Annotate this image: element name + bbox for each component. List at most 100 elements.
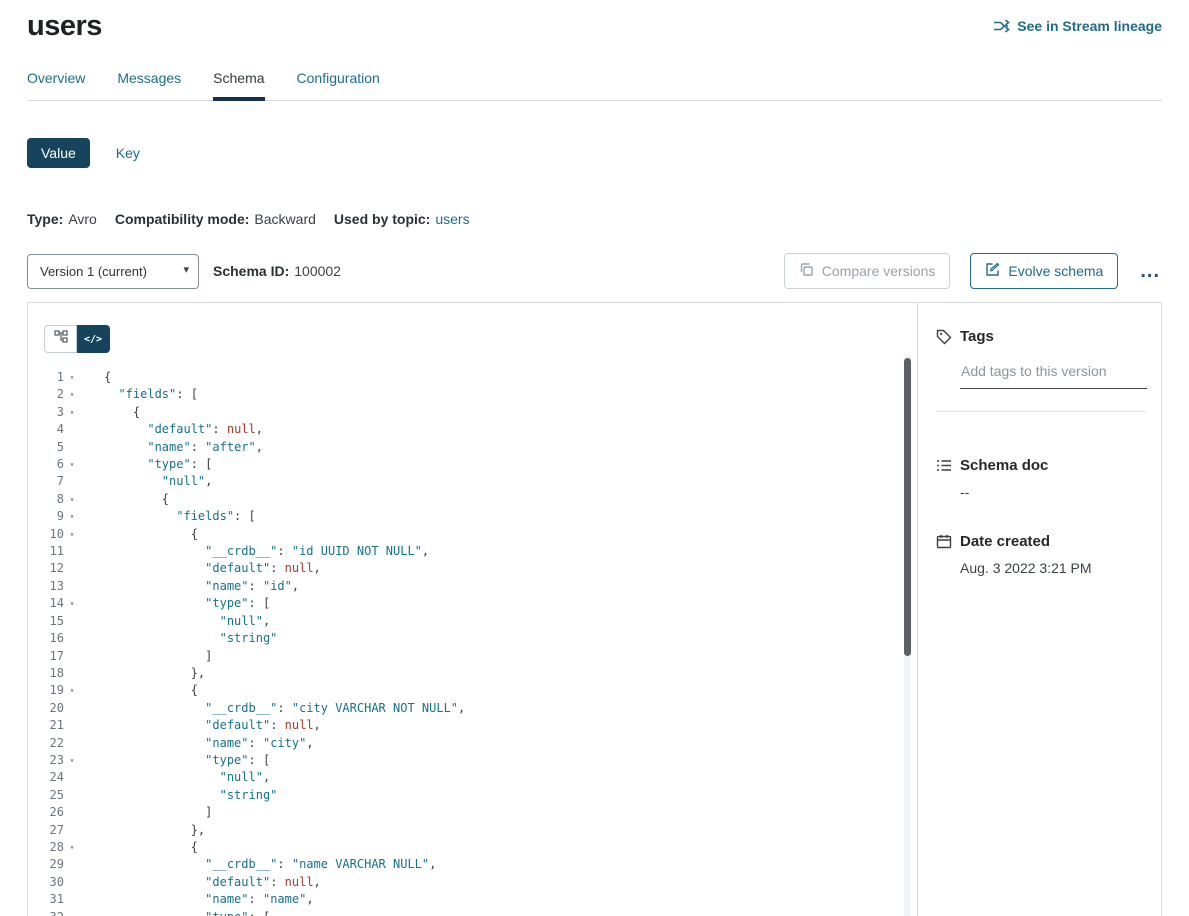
tree-view-button[interactable] — [44, 325, 77, 353]
stream-lineage-icon — [993, 19, 1010, 33]
line-number: 6 — [28, 456, 64, 473]
fold-toggle-icon[interactable]: ▾ — [64, 839, 80, 856]
schema-meta: Type:Avro Compatibility mode:Backward Us… — [27, 211, 1162, 227]
date-created-value: Aug. 3 2022 3:21 PM — [960, 560, 1147, 576]
version-select[interactable]: Version 1 (current) — [27, 254, 199, 289]
code-text: "name": "city", — [104, 735, 314, 752]
code-line: 9▾ "fields": [ — [28, 508, 917, 525]
code-text: { — [104, 491, 169, 508]
code-text: }, — [104, 665, 205, 682]
line-number: 25 — [28, 787, 64, 804]
stream-lineage-link[interactable]: See in Stream lineage — [993, 18, 1162, 34]
code-line: 6▾ "type": [ — [28, 456, 917, 473]
tab-overview[interactable]: Overview — [27, 70, 85, 100]
line-number: 22 — [28, 735, 64, 752]
line-number: 30 — [28, 874, 64, 891]
schema-doc-section: Schema doc -- — [936, 457, 1147, 500]
line-number: 16 — [28, 630, 64, 647]
meta-compat-label: Compatibility mode: — [115, 211, 250, 227]
toolbar-actions: Compare versions Evolve schema ... — [784, 253, 1162, 289]
line-number: 4 — [28, 421, 64, 438]
fold-toggle-icon[interactable]: ▾ — [64, 386, 80, 403]
line-number: 23 — [28, 752, 64, 769]
tags-input[interactable] — [960, 361, 1147, 389]
code-view-button[interactable]: </> — [77, 325, 110, 353]
tag-icon — [936, 329, 952, 345]
code-text: { — [104, 839, 198, 856]
code-line: 14▾ "type": [ — [28, 595, 917, 612]
fold-spacer — [64, 665, 80, 682]
code-view-icon: </> — [84, 334, 102, 345]
code-line: 7 "null", — [28, 473, 917, 490]
compare-versions-icon — [799, 262, 814, 280]
line-number: 28 — [28, 839, 64, 856]
code-line: 20 "__crdb__": "city VARCHAR NOT NULL", — [28, 700, 917, 717]
fold-toggle-icon[interactable]: ▾ — [64, 595, 80, 612]
code-line: 3▾ { — [28, 404, 917, 421]
fold-spacer — [64, 578, 80, 595]
line-number: 15 — [28, 613, 64, 630]
fold-toggle-icon[interactable]: ▾ — [64, 404, 80, 421]
code-line: 26 ] — [28, 804, 917, 821]
fold-toggle-icon[interactable]: ▾ — [64, 369, 80, 386]
topic-link[interactable]: users — [435, 211, 469, 227]
code-text: "__crdb__": "id UUID NOT NULL", — [104, 543, 429, 560]
page-header: users See in Stream lineage — [0, 0, 1189, 43]
code-line: 21 "default": null, — [28, 717, 917, 734]
more-options-button[interactable]: ... — [1138, 261, 1162, 281]
tree-view-icon — [54, 330, 68, 348]
line-number: 5 — [28, 439, 64, 456]
fold-spacer — [64, 717, 80, 734]
fold-spacer — [64, 874, 80, 891]
code-text: "null", — [104, 613, 270, 630]
code-text: "__crdb__": "name VARCHAR NULL", — [104, 856, 436, 873]
line-number: 32 — [28, 909, 64, 916]
fold-spacer — [64, 630, 80, 647]
schema-panel: </> 1▾{2▾ "fields": [3▾ {4 "default": nu… — [27, 302, 1162, 916]
scrollbar-thumb[interactable] — [904, 358, 911, 656]
code-text: ] — [104, 648, 212, 665]
tab-schema[interactable]: Schema — [213, 70, 264, 100]
code-text: }, — [104, 822, 205, 839]
subtab-key[interactable]: Key — [116, 145, 140, 161]
fold-toggle-icon[interactable]: ▾ — [64, 491, 80, 508]
code-text: { — [104, 526, 198, 543]
line-number: 9 — [28, 508, 64, 525]
tags-section: Tags — [936, 328, 1147, 412]
line-number: 13 — [28, 578, 64, 595]
line-number: 11 — [28, 543, 64, 560]
code-line: 24 "null", — [28, 769, 917, 786]
meta-type-value: Avro — [68, 211, 97, 227]
fold-toggle-icon[interactable]: ▾ — [64, 909, 80, 916]
fold-toggle-icon[interactable]: ▾ — [64, 752, 80, 769]
code-line: 10▾ { — [28, 526, 917, 543]
tab-configuration[interactable]: Configuration — [297, 70, 380, 100]
code-text: "fields": [ — [104, 386, 198, 403]
fold-toggle-icon[interactable]: ▾ — [64, 456, 80, 473]
tab-messages[interactable]: Messages — [117, 70, 181, 100]
code-line: 13 "name": "id", — [28, 578, 917, 595]
fold-spacer — [64, 543, 80, 560]
compare-versions-button[interactable]: Compare versions — [784, 253, 951, 289]
code-line: 5 "name": "after", — [28, 439, 917, 456]
line-number: 12 — [28, 560, 64, 577]
line-number: 29 — [28, 856, 64, 873]
schema-subtabs: Value Key — [27, 138, 1162, 168]
fold-toggle-icon[interactable]: ▾ — [64, 682, 80, 699]
line-number: 7 — [28, 473, 64, 490]
line-number: 14 — [28, 595, 64, 612]
subtab-value[interactable]: Value — [27, 138, 90, 168]
code-lines: 1▾{2▾ "fields": [3▾ {4 "default": null,5… — [28, 369, 917, 916]
fold-toggle-icon[interactable]: ▾ — [64, 508, 80, 525]
line-number: 21 — [28, 717, 64, 734]
date-created-header: Date created — [936, 533, 1147, 550]
version-select-wrap: Version 1 (current) ▾ — [27, 254, 199, 289]
code-text: "fields": [ — [104, 508, 256, 525]
code-line: 19▾ { — [28, 682, 917, 699]
evolve-schema-button[interactable]: Evolve schema — [970, 253, 1118, 289]
fold-toggle-icon[interactable]: ▾ — [64, 526, 80, 543]
fold-spacer — [64, 421, 80, 438]
code-text: "type": [ — [104, 595, 270, 612]
line-number: 17 — [28, 648, 64, 665]
line-number: 24 — [28, 769, 64, 786]
